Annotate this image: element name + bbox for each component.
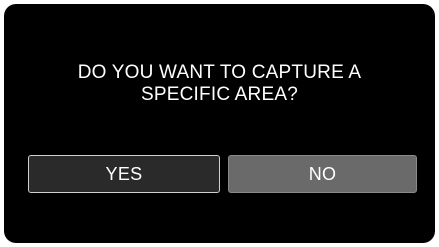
prompt-line-2: SPECIFIC AREA? [141, 84, 298, 105]
yes-button[interactable]: YES [28, 155, 220, 193]
no-button[interactable]: NO [228, 155, 417, 193]
prompt-line-1: DO YOU WANT TO CAPTURE A [77, 62, 362, 83]
camera-screen: DO YOU WANT TO CAPTURE A SPECIFIC AREA? … [4, 4, 435, 243]
dialog-prompt: DO YOU WANT TO CAPTURE A SPECIFIC AREA? [4, 62, 435, 106]
